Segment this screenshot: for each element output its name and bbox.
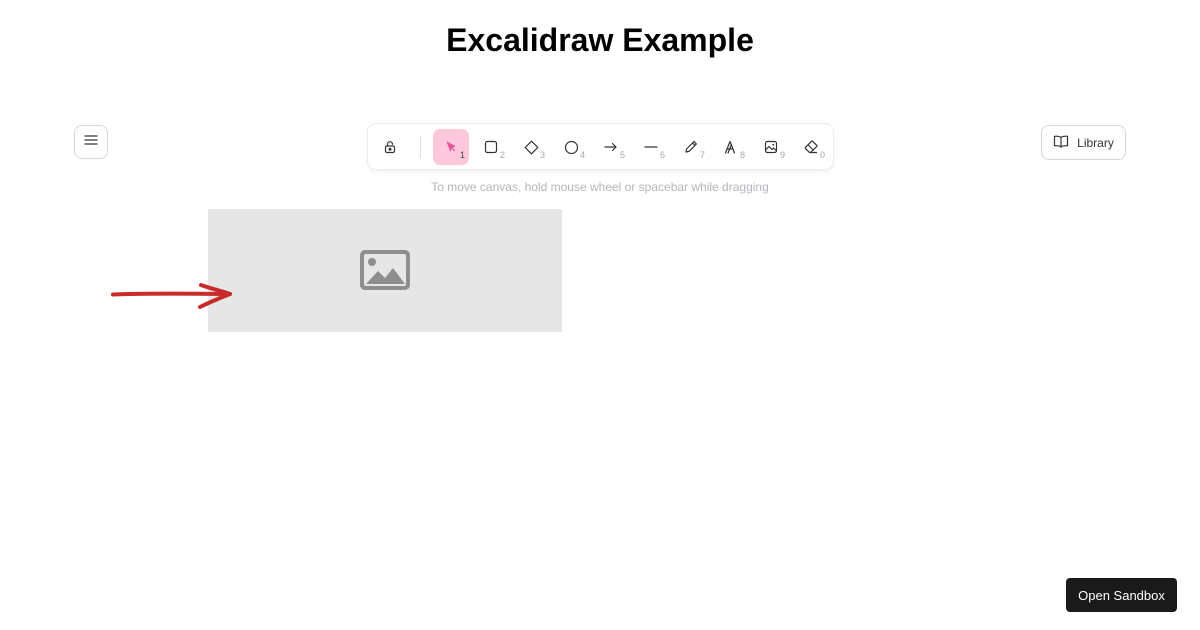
tool-eraser[interactable]: 0 xyxy=(793,129,829,165)
tool-diamond[interactable]: 3 xyxy=(513,129,549,165)
lock-icon xyxy=(383,140,397,154)
main-menu-button[interactable] xyxy=(74,125,108,159)
tool-arrow[interactable]: 5 xyxy=(593,129,629,165)
tool-ellipse[interactable]: 4 xyxy=(553,129,589,165)
tool-key: 0 xyxy=(819,150,825,160)
tool-rectangle[interactable]: 2 xyxy=(473,129,509,165)
tool-key: 9 xyxy=(779,150,785,160)
page-title: Excalidraw Example xyxy=(446,22,754,58)
toolbar-divider xyxy=(420,136,421,158)
image-placeholder-icon xyxy=(360,250,410,295)
open-sandbox-button[interactable]: Open Sandbox xyxy=(1066,578,1177,612)
tool-key: 4 xyxy=(579,150,585,160)
arrow-icon xyxy=(604,142,618,152)
book-icon xyxy=(1053,135,1069,151)
tool-selection[interactable]: 1 xyxy=(433,129,469,165)
diamond-icon xyxy=(524,140,539,155)
tool-image[interactable]: 9 xyxy=(753,129,789,165)
tool-draw[interactable]: 7 xyxy=(673,129,709,165)
circle-icon xyxy=(564,140,579,155)
tool-key: 3 xyxy=(539,150,545,160)
canvas-hint: To move canvas, hold mouse wheel or spac… xyxy=(431,180,769,194)
rectangle-icon xyxy=(484,140,498,154)
hamburger-icon xyxy=(84,133,98,151)
tool-key: 8 xyxy=(739,150,745,160)
canvas-image-element[interactable] xyxy=(208,209,562,332)
line-icon xyxy=(644,145,658,149)
library-label: Library xyxy=(1077,135,1114,150)
tool-key: 5 xyxy=(619,150,625,160)
tool-key: 2 xyxy=(499,150,505,160)
shapes-toolbar: 1 2 3 4 5 6 7 8 9 0 xyxy=(368,124,833,169)
freehand-arrow-drawing[interactable] xyxy=(108,280,238,316)
tool-key: 6 xyxy=(659,150,665,160)
pencil-icon xyxy=(684,140,698,154)
image-icon xyxy=(764,140,778,154)
eraser-icon xyxy=(804,140,819,154)
tool-line[interactable]: 6 xyxy=(633,129,669,165)
text-icon xyxy=(724,140,739,154)
library-button[interactable]: Library xyxy=(1041,125,1126,160)
tool-key: 7 xyxy=(699,150,705,160)
tool-text[interactable]: 8 xyxy=(713,129,749,165)
tool-lock[interactable] xyxy=(372,129,408,165)
cursor-icon xyxy=(444,140,458,154)
tool-key: 1 xyxy=(459,150,465,160)
